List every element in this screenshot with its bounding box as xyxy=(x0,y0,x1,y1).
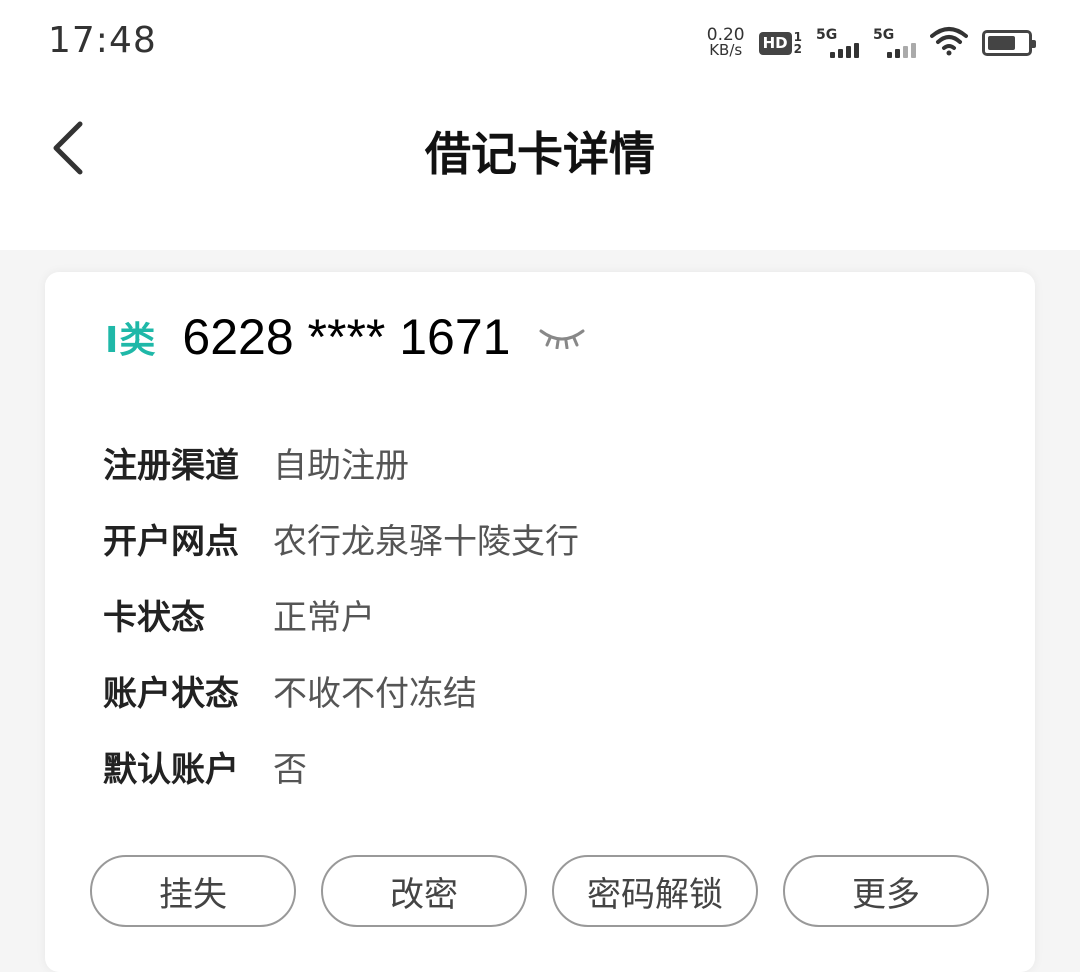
network-speed: 0.20 KB/s xyxy=(707,27,745,59)
network-speed-unit: KB/s xyxy=(709,41,743,59)
status-time: 17:48 xyxy=(48,20,157,61)
card-number: 6228 **** 1671 xyxy=(182,309,511,365)
info-value: 不收不付冻结 xyxy=(273,673,477,714)
battery-icon xyxy=(982,30,1036,56)
hd-icon: HD 1 2 xyxy=(758,31,802,55)
info-row-register-channel: 注册渠道 自助注册 xyxy=(103,424,579,500)
info-label: 注册渠道 xyxy=(103,445,239,486)
wifi-icon xyxy=(930,26,968,60)
status-icons: 0.20 KB/s HD 1 2 5G 5G xyxy=(707,24,1036,62)
change-password-button[interactable]: 改密 xyxy=(321,855,527,927)
card-type-label: I类 xyxy=(105,320,157,361)
battery-fill xyxy=(988,36,1015,50)
debit-card-detail-card: I类 6228 **** 1671 注册渠道 自助注册 开户网点 农行龙泉驿十陵… xyxy=(45,272,1035,972)
info-label: 卡状态 xyxy=(103,597,205,638)
sim2-label: 5G xyxy=(873,27,895,43)
more-button[interactable]: 更多 xyxy=(783,855,989,927)
info-row-card-status: 卡状态 正常户 xyxy=(103,576,579,652)
info-row-default-account: 默认账户 否 xyxy=(103,728,579,804)
info-value: 否 xyxy=(273,749,307,790)
info-value: 自助注册 xyxy=(273,445,409,486)
info-value: 正常户 xyxy=(273,597,375,638)
hd-label: HD xyxy=(758,31,792,55)
card-header: I类 6228 **** 1671 xyxy=(105,302,590,372)
eye-closed-icon[interactable] xyxy=(538,322,590,352)
page-title: 借记卡详情 xyxy=(425,127,655,181)
signal-bars xyxy=(887,42,916,58)
signal-icon: 5G xyxy=(873,28,916,58)
sim1-label: 5G xyxy=(816,27,838,43)
info-label: 账户状态 xyxy=(103,673,239,714)
hd-sub-bottom: 2 xyxy=(793,42,802,56)
status-bar: 17:48 0.20 KB/s HD 1 2 5G 5G xyxy=(0,0,1080,84)
info-value: 农行龙泉驿十陵支行 xyxy=(273,521,579,562)
report-loss-button[interactable]: 挂失 xyxy=(90,855,296,927)
card-info-list: 注册渠道 自助注册 开户网点 农行龙泉驿十陵支行 卡状态 正常户 账户状态 不收… xyxy=(103,424,579,804)
info-label: 开户网点 xyxy=(103,521,239,562)
info-row-branch: 开户网点 农行龙泉驿十陵支行 xyxy=(103,500,579,576)
unlock-password-button[interactable]: 密码解锁 xyxy=(552,855,758,927)
hd-sub: 1 2 xyxy=(794,31,802,55)
signal-bars xyxy=(830,42,859,58)
info-row-account-status: 账户状态 不收不付冻结 xyxy=(103,652,579,728)
header-spacer xyxy=(0,230,1080,250)
info-label: 默认账户 xyxy=(103,749,239,790)
signal-icon: 5G xyxy=(816,28,859,58)
nav-bar: 借记卡详情 xyxy=(0,84,1080,230)
card-actions: 挂失 改密 密码解锁 更多 xyxy=(90,855,990,927)
